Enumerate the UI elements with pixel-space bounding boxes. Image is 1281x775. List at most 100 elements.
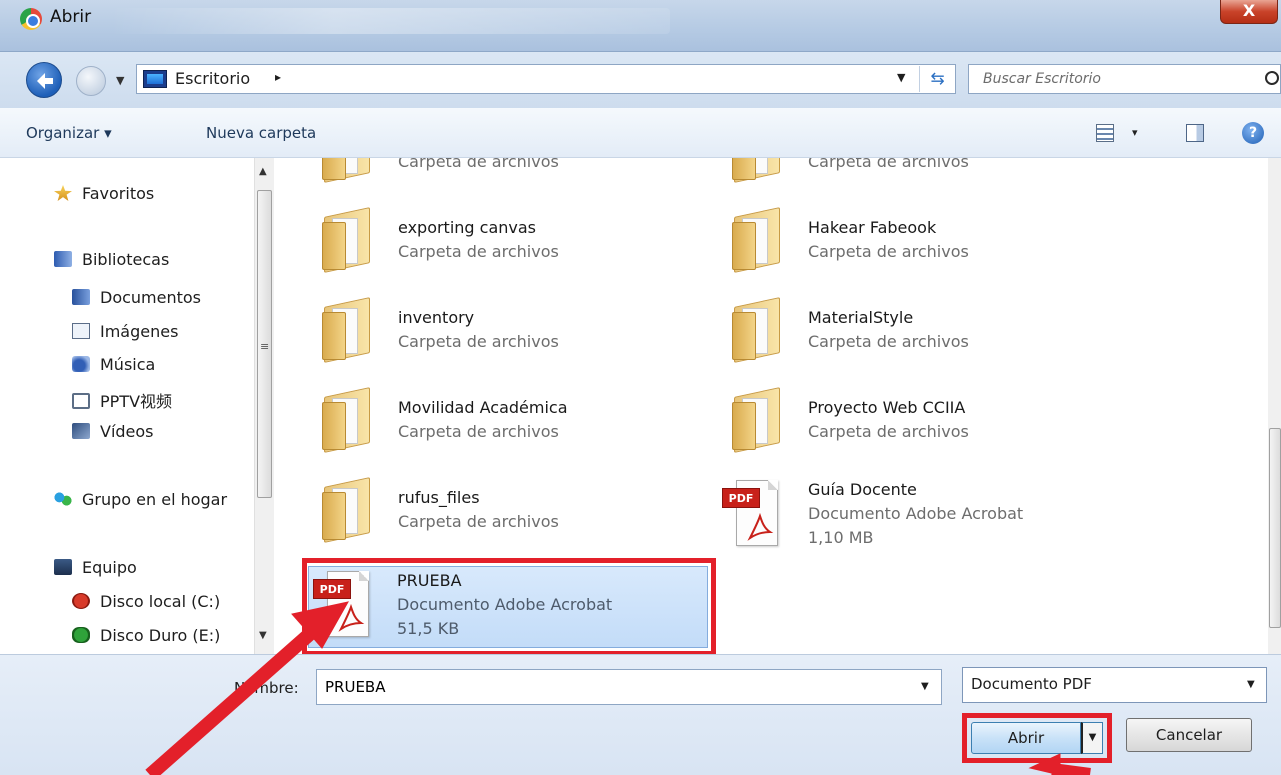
breadcrumb-chevron-icon[interactable]: ▸ [275, 70, 281, 84]
videos-icon [72, 423, 90, 439]
file-type: Carpeta de archivos [808, 242, 969, 261]
view-options-icon[interactable] [1096, 124, 1114, 142]
sidebar-item-disco-e[interactable]: Disco Duro (E:) [72, 626, 220, 650]
new-folder-button[interactable]: Nueva carpeta [206, 124, 316, 142]
file-size: 1,10 MB [808, 528, 874, 547]
sidebar-item-grupo-hogar[interactable]: Grupo en el hogar [54, 490, 227, 514]
address-dropdown-icon[interactable]: ▼ [897, 71, 905, 84]
file-name: inventory [398, 308, 475, 327]
background-tabs [110, 8, 670, 34]
open-button[interactable]: Abrir [971, 722, 1081, 754]
file-type: Carpeta de archivos [808, 332, 969, 351]
breadcrumb-escritorio[interactable]: Escritorio [175, 69, 250, 88]
navigation-pane: Favoritos Bibliotecas Documentos Imágene… [0, 158, 282, 654]
sidebar-item-documentos[interactable]: Documentos [72, 288, 201, 312]
file-name-input[interactable] [325, 676, 905, 698]
sidebar-item-label: Vídeos [100, 422, 154, 441]
file-type: Carpeta de archivos [398, 332, 559, 351]
documents-icon [72, 289, 90, 305]
open-split-dropdown-icon[interactable]: ▼ [1081, 722, 1103, 754]
view-dropdown-icon[interactable]: ▾ [1132, 126, 1138, 139]
window-title: Abrir [50, 7, 92, 27]
sidebar-item-label: Documentos [100, 288, 202, 307]
navigation-scrollbar[interactable]: ▲ ≡ ▼ [254, 158, 274, 654]
file-item-inventory[interactable]: inventory Carpeta de archivos [282, 294, 702, 380]
sidebar-item-label: Equipo [82, 558, 137, 577]
file-type: Carpeta de archivos [398, 512, 559, 531]
sidebar-item-videos[interactable]: Vídeos [72, 422, 154, 446]
file-name: Proyecto Web CCIIA [808, 398, 966, 417]
drive-c-icon [72, 593, 90, 609]
sidebar-item-label: Favoritos [82, 184, 155, 203]
folder-icon [320, 387, 374, 453]
address-bar[interactable]: Escritorio ▸ ▼ ⇆ [136, 64, 956, 94]
scroll-up-icon[interactable]: ▲ [259, 166, 267, 177]
folder-icon [730, 207, 784, 273]
refresh-icon[interactable]: ⇆ [919, 66, 955, 92]
search-input[interactable] [983, 69, 1243, 89]
file-item-materialstyle[interactable]: MaterialStyle Carpeta de archivos [692, 294, 1112, 380]
close-button[interactable]: X [1220, 0, 1278, 24]
navigation-bar: ▼ Escritorio ▸ ▼ ⇆ [0, 52, 1281, 108]
search-box[interactable] [968, 64, 1281, 94]
sidebar-item-pptv[interactable]: PPTV视频 [72, 388, 172, 412]
back-button[interactable] [26, 62, 62, 98]
forward-button[interactable] [76, 66, 106, 96]
folder-icon [320, 158, 374, 183]
scroll-thumb[interactable] [1269, 428, 1281, 628]
arrow-left-icon [37, 73, 53, 89]
folder-icon [730, 158, 784, 183]
file-list-scrollbar[interactable] [1268, 158, 1281, 654]
sidebar-item-label: Disco local (C:) [100, 592, 221, 611]
cancel-button[interactable]: Cancelar [1126, 718, 1252, 752]
help-icon[interactable]: ? [1242, 122, 1264, 144]
file-item-hakear-fabeook[interactable]: Hakear Fabeook Carpeta de archivos [692, 204, 1112, 290]
folder-icon [320, 477, 374, 543]
pptv-icon [72, 393, 90, 409]
libraries-icon [54, 251, 72, 267]
folder-icon [730, 387, 784, 453]
sidebar-item-label: Bibliotecas [82, 250, 170, 269]
annotation-highlight-file [302, 558, 716, 654]
file-type: Documento Adobe Acrobat [808, 504, 1024, 523]
sidebar-item-label: PPTV视频 [100, 392, 173, 411]
file-name: MaterialStyle [808, 308, 914, 327]
search-icon[interactable] [1265, 71, 1279, 85]
file-item[interactable]: Carpeta de archivos [282, 158, 702, 200]
file-type-filter[interactable]: Documento PDF ▼ [962, 667, 1267, 703]
file-item-guia-docente[interactable]: PDF Guía Docente Documento Adobe Acrobat… [692, 476, 1112, 562]
file-item-rufus-files[interactable]: rufus_files Carpeta de archivos [282, 474, 702, 560]
annotation-highlight-open: Abrir ▼ [962, 713, 1112, 763]
file-item[interactable]: Carpeta de archivos [692, 158, 1112, 200]
title-bar: Abrir X [0, 0, 1281, 52]
file-type: Carpeta de archivos [398, 242, 559, 261]
history-dropdown-icon[interactable]: ▼ [116, 74, 124, 87]
homegroup-icon [54, 491, 72, 507]
command-bar: Organizar ▾ Nueva carpeta ▾ ? [0, 108, 1281, 158]
sidebar-item-imagenes[interactable]: Imágenes [72, 322, 178, 346]
file-item-movilidad-academica[interactable]: Movilidad Académica Carpeta de archivos [282, 384, 702, 470]
folder-icon [320, 297, 374, 363]
sidebar-item-bibliotecas[interactable]: Bibliotecas [54, 250, 169, 274]
dialog-footer: Nombre: ▼ Documento PDF ▼ Abrir ▼ Cancel… [0, 654, 1281, 775]
music-icon [72, 356, 90, 372]
file-item-exporting-canvas[interactable]: exporting canvas Carpeta de archivos [282, 204, 702, 290]
sidebar-item-label: Imágenes [100, 322, 179, 341]
scroll-down-icon[interactable]: ▼ [259, 630, 267, 641]
file-name: rufus_files [398, 488, 480, 507]
sidebar-item-disco-c[interactable]: Disco local (C:) [72, 592, 220, 616]
chevron-down-icon[interactable]: ▼ [1247, 679, 1255, 690]
file-type: Carpeta de archivos [808, 422, 969, 441]
file-name-combo[interactable]: ▼ [316, 669, 942, 705]
sidebar-item-equipo[interactable]: Equipo [54, 558, 137, 582]
sidebar-item-musica[interactable]: Música [72, 355, 155, 379]
preview-pane-icon[interactable] [1186, 124, 1204, 142]
file-item-proyecto-web-cciia[interactable]: Proyecto Web CCIIA Carpeta de archivos [692, 384, 1112, 470]
computer-icon [54, 559, 72, 575]
drive-e-icon [72, 627, 90, 643]
organize-button[interactable]: Organizar ▾ [26, 124, 112, 142]
chevron-down-icon[interactable]: ▼ [921, 681, 929, 692]
sidebar-item-favoritos[interactable]: Favoritos [54, 184, 154, 208]
desktop-icon [143, 70, 167, 88]
file-type-filter-value: Documento PDF [971, 675, 1092, 693]
